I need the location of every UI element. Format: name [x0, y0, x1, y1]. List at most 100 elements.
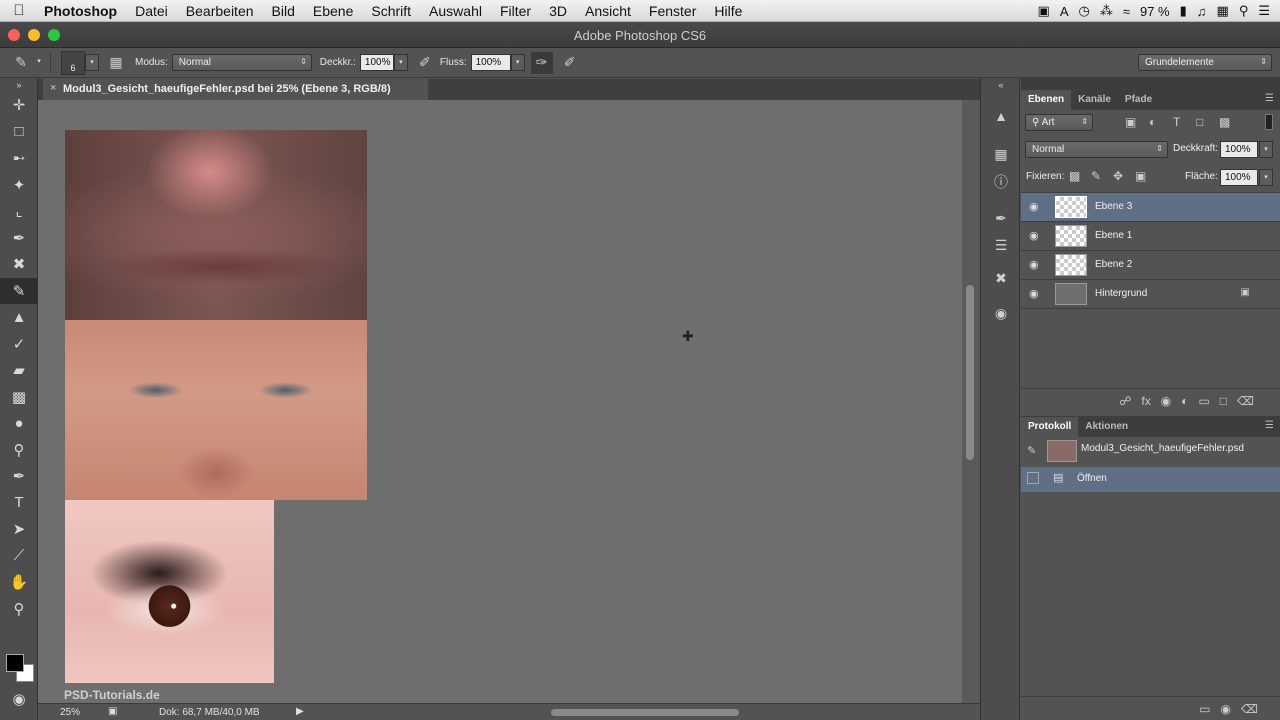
- panel-menu-icon[interactable]: ☰: [1265, 420, 1274, 431]
- zoom-level[interactable]: 25%: [60, 707, 80, 718]
- path-selection-tool-icon[interactable]: ➤: [0, 516, 38, 543]
- layer-opacity-dropdown[interactable]: ▾: [1259, 141, 1273, 158]
- move-tool-icon[interactable]: ✛: [0, 92, 38, 119]
- menu-bearbeiten[interactable]: Bearbeiten: [177, 3, 263, 19]
- histogram-icon[interactable]: ▲: [981, 102, 1021, 129]
- pressure-size-icon[interactable]: ✐: [559, 52, 581, 74]
- blend-mode-select[interactable]: Normal ⇕: [1025, 141, 1168, 158]
- menu-ebene[interactable]: Ebene: [304, 3, 362, 19]
- brush-picker-dropdown[interactable]: ▾: [85, 54, 99, 71]
- gradient-tool-icon[interactable]: ▩: [0, 384, 38, 411]
- layer-row[interactable]: ◉ Hintergrund ▣: [1021, 280, 1280, 309]
- line-tool-icon[interactable]: ⟋: [0, 543, 38, 570]
- menu-auswahl[interactable]: Auswahl: [420, 3, 491, 19]
- tab-ebenen[interactable]: Ebenen: [1021, 90, 1072, 110]
- apple-menu-icon[interactable]: : [0, 2, 38, 19]
- delete-state-icon[interactable]: ⌫: [1241, 702, 1258, 716]
- volume-icon[interactable]: ♫: [1197, 4, 1207, 19]
- adjustments-icon[interactable]: ☰: [981, 232, 1021, 259]
- link-layers-icon[interactable]: ☍: [1119, 394, 1131, 408]
- lasso-tool-icon[interactable]: ➸: [0, 145, 38, 172]
- brush-tool-icon[interactable]: ✎: [0, 277, 38, 304]
- menu-bild[interactable]: Bild: [263, 3, 304, 19]
- filter-type-icon[interactable]: T: [1173, 115, 1180, 129]
- menu-schrift[interactable]: Schrift: [362, 3, 420, 19]
- bluetooth-icon[interactable]: ⁂: [1100, 3, 1113, 19]
- workspace-select[interactable]: Grundelemente ⇕: [1138, 54, 1272, 71]
- layer-style-icon[interactable]: fx: [1141, 394, 1150, 408]
- new-snapshot-icon[interactable]: ◉: [1221, 702, 1231, 716]
- flow-field[interactable]: 100%: [470, 54, 511, 71]
- new-document-from-state-icon[interactable]: ▭: [1199, 702, 1210, 716]
- history-step[interactable]: ▤ Öffnen: [1021, 467, 1280, 492]
- brush-tool-preset-icon[interactable]: ✎: [10, 52, 32, 74]
- history-source-checkbox[interactable]: [1027, 472, 1039, 484]
- fill-dropdown[interactable]: ▾: [1259, 169, 1273, 186]
- visibility-eye-icon[interactable]: ◉: [1029, 229, 1039, 242]
- flow-slider-dropdown[interactable]: ▾: [510, 54, 525, 71]
- tool-preset-dropdown[interactable]: ▾: [32, 54, 46, 71]
- foreground-color-swatch[interactable]: [6, 654, 24, 672]
- filter-pixel-icon[interactable]: ▣: [1125, 115, 1136, 129]
- adjustment-layer-icon[interactable]: ◐: [1181, 394, 1188, 408]
- fill-field[interactable]: 100%: [1220, 169, 1258, 186]
- status-menu-arrow-icon[interactable]: ▶: [296, 706, 304, 717]
- collapse-toolbar-icon[interactable]: »: [0, 78, 38, 92]
- delete-layer-icon[interactable]: ⌫: [1237, 394, 1254, 408]
- vertical-scroll-thumb[interactable]: [966, 285, 974, 460]
- calendar-icon[interactable]: ▦: [1217, 3, 1229, 19]
- tab-protokoll[interactable]: Protokoll: [1021, 417, 1079, 437]
- visibility-eye-icon[interactable]: ◉: [1029, 287, 1039, 300]
- kuler-icon[interactable]: ◉: [981, 300, 1021, 327]
- document-tab[interactable]: × Modul3_Gesicht_haeufigeFehler.psd bei …: [43, 79, 428, 100]
- time-machine-icon[interactable]: ◷: [1078, 3, 1089, 19]
- menu-photoshop[interactable]: Photoshop: [38, 3, 126, 19]
- quick-mask-icon[interactable]: ◉: [0, 686, 38, 713]
- layer-row[interactable]: ◉ Ebene 2: [1021, 251, 1280, 280]
- visibility-eye-icon[interactable]: ◉: [1029, 258, 1039, 271]
- camera-icon[interactable]: ▣: [1038, 3, 1050, 19]
- history-brush-tool-icon[interactable]: ✓: [0, 331, 38, 358]
- panel-menu-icon[interactable]: ☰: [1265, 93, 1274, 104]
- zoom-tool-icon[interactable]: ⚲: [0, 596, 38, 623]
- mode-select[interactable]: Normal ⇕: [171, 54, 312, 71]
- airbrush-icon[interactable]: ✑: [530, 51, 553, 74]
- new-group-icon[interactable]: ▭: [1198, 394, 1209, 408]
- lock-transparent-icon[interactable]: ▩: [1069, 169, 1080, 183]
- tool-presets-icon[interactable]: ✖: [981, 265, 1021, 292]
- notification-center-icon[interactable]: ☰: [1258, 3, 1270, 19]
- filter-smart-object-icon[interactable]: ▩: [1219, 115, 1230, 129]
- healing-brush-tool-icon[interactable]: ✖: [0, 251, 38, 278]
- filter-adjustment-icon[interactable]: ◐: [1149, 115, 1156, 129]
- navigator-icon[interactable]: ▦: [981, 141, 1021, 168]
- adobe-icon[interactable]: A: [1060, 4, 1069, 19]
- lock-all-icon[interactable]: ▣: [1135, 169, 1146, 183]
- brush-panel-icon[interactable]: ▦: [105, 52, 127, 74]
- crop-tool-icon[interactable]: ⌞: [0, 198, 38, 225]
- layer-row[interactable]: ◉ Ebene 3: [1021, 193, 1280, 222]
- filter-shape-icon[interactable]: □: [1196, 115, 1203, 129]
- tab-pfade[interactable]: Pfade: [1118, 90, 1159, 110]
- battery-label[interactable]: 97 %: [1140, 4, 1170, 19]
- close-document-icon[interactable]: ×: [50, 82, 56, 94]
- lock-image-icon[interactable]: ✎: [1091, 169, 1101, 183]
- battery-icon[interactable]: ▮: [1180, 3, 1187, 19]
- wifi-icon[interactable]: ≈: [1123, 4, 1130, 19]
- horizontal-scroll-thumb[interactable]: [551, 709, 739, 716]
- layer-row[interactable]: ◉ Ebene 1: [1021, 222, 1280, 251]
- history-snapshot[interactable]: ✎ Modul3_Gesicht_haeufigeFehler.psd: [1021, 437, 1280, 467]
- info-icon[interactable]: ⓘ: [981, 168, 1021, 195]
- history-brush-source-icon[interactable]: ✎: [1027, 444, 1036, 457]
- opacity-field[interactable]: 100%: [359, 54, 394, 71]
- blur-tool-icon[interactable]: ●: [0, 410, 38, 437]
- opacity-slider-dropdown[interactable]: ▾: [393, 54, 408, 71]
- menu-hilfe[interactable]: Hilfe: [705, 3, 751, 19]
- menu-3d[interactable]: 3D: [540, 3, 576, 19]
- tab-aktionen[interactable]: Aktionen: [1078, 417, 1135, 437]
- lock-position-icon[interactable]: ✥: [1113, 169, 1123, 183]
- pen-tool-icon[interactable]: ✒: [0, 463, 38, 490]
- new-layer-icon[interactable]: □: [1220, 394, 1227, 408]
- add-mask-icon[interactable]: ◉: [1161, 394, 1171, 408]
- menu-fenster[interactable]: Fenster: [640, 3, 705, 19]
- type-tool-icon[interactable]: T: [0, 490, 38, 517]
